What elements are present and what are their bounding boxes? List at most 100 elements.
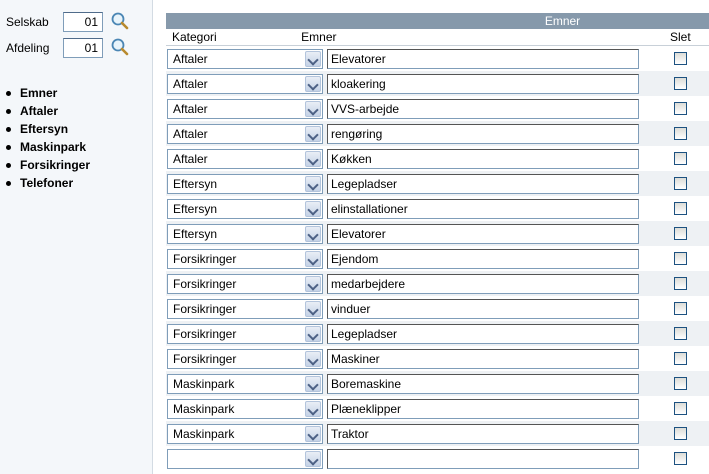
emne-input[interactable]: rengøring [327,124,639,144]
chevron-down-icon[interactable] [305,51,321,67]
chevron-down-icon[interactable] [305,101,321,117]
emne-input[interactable]: Elevatorer [327,224,639,244]
emne-input[interactable]: Boremaskine [327,374,639,394]
kategori-select[interactable]: Maskinpark [167,374,323,394]
emne-input[interactable]: Legepladser [327,324,639,344]
chevron-down-icon[interactable] [305,426,321,442]
chevron-down-icon[interactable] [305,201,321,217]
slet-checkbox[interactable] [674,52,687,65]
nav-item-label: Maskinpark [20,140,87,154]
slet-checkbox[interactable] [674,427,687,440]
emne-input[interactable]: Elevatorer [327,49,639,69]
kategori-value: Eftersyn [173,202,218,216]
emne-input[interactable] [327,449,639,469]
slet-checkbox[interactable] [674,452,687,465]
slet-checkbox[interactable] [674,252,687,265]
table-row: Aftaler Elevatorer [166,46,709,71]
kategori-value: Forsikringer [173,327,237,341]
emne-input[interactable]: Maskiner [327,349,639,369]
kategori-value: Aftaler [173,127,208,141]
selskab-search-icon[interactable] [110,11,130,31]
emne-input[interactable]: Legepladser [327,174,639,194]
bullet-icon [6,108,11,114]
chevron-down-icon[interactable] [305,176,321,192]
emne-input[interactable]: Traktor [327,424,639,444]
slet-checkbox[interactable] [674,377,687,390]
chevron-down-icon[interactable] [305,276,321,292]
sidebar: Selskab 01 Afdeling 01 Emner Aftaler Efter… [0,0,153,474]
chevron-down-icon[interactable] [305,151,321,167]
chevron-down-icon[interactable] [305,401,321,417]
kategori-select[interactable]: Aftaler [167,99,323,119]
chevron-down-icon[interactable] [305,76,321,92]
kategori-value: Forsikringer [173,277,237,291]
slet-checkbox[interactable] [674,102,687,115]
emne-input[interactable]: Ejendom [327,249,639,269]
kategori-select[interactable] [167,449,323,469]
kategori-select[interactable]: Eftersyn [167,174,323,194]
emne-input[interactable]: Køkken [327,149,639,169]
kategori-select[interactable]: Forsikringer [167,324,323,344]
emne-input[interactable]: medarbejdere [327,274,639,294]
column-headers: Kategori Emner Slet [166,29,709,46]
afdeling-input[interactable]: 01 [63,38,103,58]
slet-checkbox[interactable] [674,302,687,315]
emne-input[interactable]: kloakering [327,74,639,94]
slet-checkbox[interactable] [674,352,687,365]
slet-checkbox[interactable] [674,152,687,165]
kategori-select[interactable]: Maskinpark [167,399,323,419]
selskab-input[interactable]: 01 [63,12,103,32]
kategori-select[interactable]: Aftaler [167,124,323,144]
nav-item[interactable]: Aftaler [6,102,90,120]
slet-checkbox[interactable] [674,177,687,190]
table-row: Maskinpark Boremaskine [166,371,709,396]
table-row: Maskinpark Plæneklipper [166,396,709,421]
table-row: Aftaler kloakering [166,71,709,96]
chevron-down-icon[interactable] [305,351,321,367]
table-row: Forsikringer vinduer [166,296,709,321]
kategori-select[interactable]: Forsikringer [167,299,323,319]
chevron-down-icon[interactable] [305,126,321,142]
kategori-select[interactable]: Eftersyn [167,224,323,244]
table-row: Eftersyn elinstallationer [166,196,709,221]
kategori-select[interactable]: Aftaler [167,149,323,169]
kategori-select[interactable]: Eftersyn [167,199,323,219]
kategori-select[interactable]: Forsikringer [167,349,323,369]
emne-input[interactable]: VVS-arbejde [327,99,639,119]
table-row: Aftaler Køkken [166,146,709,171]
slet-checkbox[interactable] [674,127,687,140]
kategori-select[interactable]: Aftaler [167,74,323,94]
kategori-select[interactable]: Maskinpark [167,424,323,444]
kategori-select[interactable]: Forsikringer [167,249,323,269]
kategori-value: Eftersyn [173,227,218,241]
kategori-value: Aftaler [173,52,208,66]
nav-item[interactable]: Telefoner [6,174,90,192]
nav-item[interactable]: Emner [6,84,90,102]
table-row: Maskinpark Traktor [166,421,709,446]
emne-input[interactable]: vinduer [327,299,639,319]
nav-item[interactable]: Maskinpark [6,138,90,156]
slet-checkbox[interactable] [674,327,687,340]
slet-checkbox[interactable] [674,202,687,215]
chevron-down-icon[interactable] [305,326,321,342]
nav-item[interactable]: Eftersyn [6,120,90,138]
slet-checkbox[interactable] [674,402,687,415]
slet-checkbox[interactable] [674,277,687,290]
emne-input[interactable]: Plæneklipper [327,399,639,419]
chevron-down-icon[interactable] [305,376,321,392]
table-row: Forsikringer Legepladser [166,321,709,346]
kategori-select[interactable]: Forsikringer [167,274,323,294]
emner-table: Emner Kategori Emner Slet Aftaler Elevato… [166,13,709,471]
chevron-down-icon[interactable] [305,251,321,267]
chevron-down-icon[interactable] [305,301,321,317]
chevron-down-icon[interactable] [305,451,321,467]
nav-item[interactable]: Forsikringer [6,156,90,174]
slet-checkbox[interactable] [674,77,687,90]
slet-checkbox[interactable] [674,227,687,240]
nav-item-label: Emner [20,86,58,100]
emne-input[interactable]: elinstallationer [327,199,639,219]
chevron-down-icon[interactable] [305,226,321,242]
kategori-select[interactable]: Aftaler [167,49,323,69]
afdeling-search-icon[interactable] [110,37,130,57]
col-emner: Emner [301,30,337,44]
